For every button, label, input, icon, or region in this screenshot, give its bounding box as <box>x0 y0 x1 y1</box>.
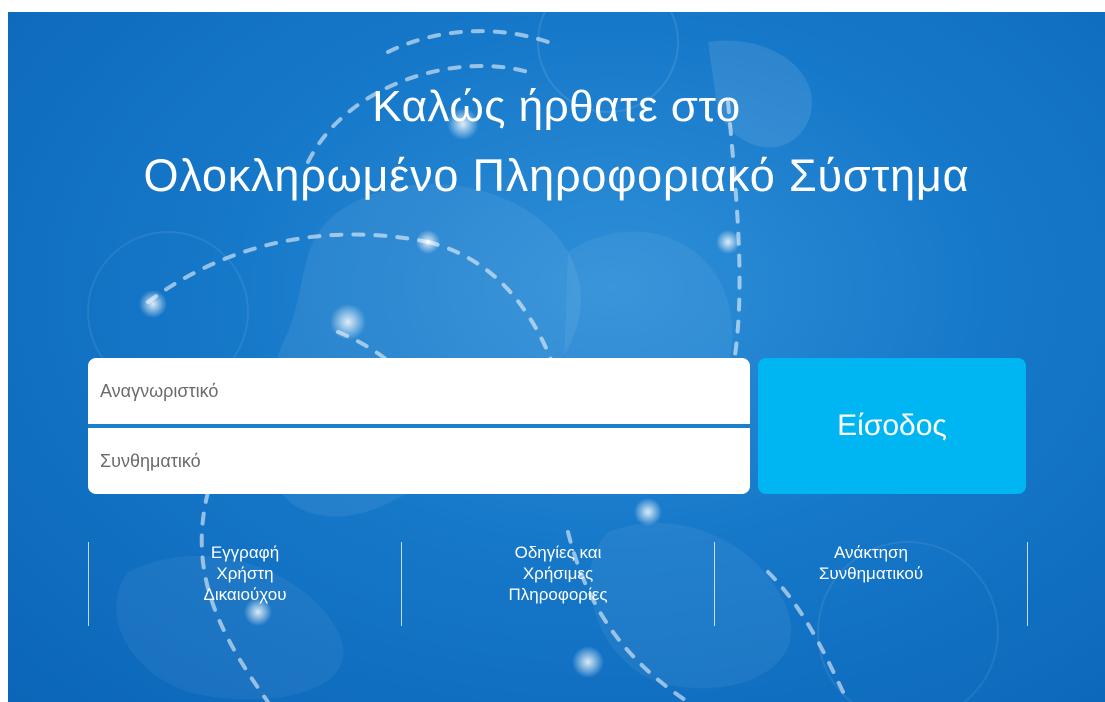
link-text-line: Ανάκτηση <box>834 543 908 562</box>
link-text-line: Εγγραφή <box>210 543 280 562</box>
instructions-info-link[interactable]: Οδηγίες και Χρήσιμες Πληροφορίες <box>402 542 714 605</box>
login-button[interactable]: Είσοδος <box>758 358 1026 494</box>
password-recovery-link[interactable]: Ανάκτηση Συνθηματικού <box>715 542 1027 584</box>
link-divider <box>1027 542 1028 626</box>
link-text-line: Συνθηματικού <box>818 564 924 583</box>
link-text-line: Χρήστη <box>216 564 274 583</box>
link-text-line: Οδηγίες και <box>514 543 602 562</box>
username-field[interactable] <box>88 358 750 424</box>
link-text-line: Δικαιούχου <box>203 585 287 604</box>
credentials-panel <box>88 358 750 494</box>
help-links: Εγγραφή Χρήστη Δικαιούχου Οδηγίες και Χρ… <box>88 542 1028 626</box>
password-field[interactable] <box>88 428 750 494</box>
login-page: Καλώς ήρθατε στο Ολοκληρωμένο Πληροφορια… <box>8 12 1105 702</box>
link-text-line: Πληροφορίες <box>508 585 608 604</box>
register-beneficiary-link[interactable]: Εγγραφή Χρήστη Δικαιούχου <box>89 542 401 605</box>
login-form: Είσοδος <box>88 358 1026 494</box>
page-title-line-1: Καλώς ήρθατε στο <box>372 82 741 131</box>
link-text-line: Χρήσιμες <box>522 564 594 583</box>
page-title-line-2: Ολοκληρωμένο Πληροφοριακό Σύστημα <box>143 150 970 201</box>
